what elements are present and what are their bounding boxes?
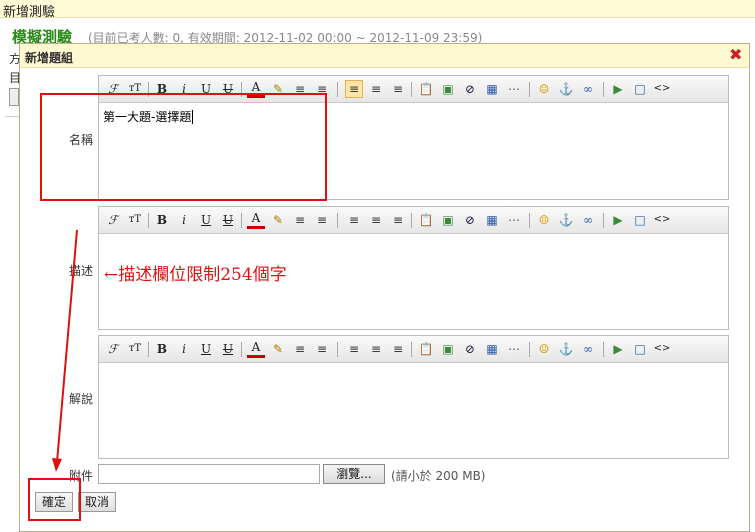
highlight-icon[interactable]: ✎ xyxy=(269,340,287,358)
background-button-fragment xyxy=(9,88,19,106)
table-icon[interactable]: ▦ xyxy=(483,80,501,98)
italic-icon[interactable]: i xyxy=(175,211,193,229)
source-code-icon[interactable]: <> xyxy=(653,340,671,358)
paste-icon[interactable]: 📋 xyxy=(417,80,435,98)
strikethrough-icon[interactable]: U xyxy=(219,211,237,229)
ordered-list-icon[interactable]: ≡ xyxy=(291,211,309,229)
font-size-icon[interactable]: тT xyxy=(126,340,144,358)
source-code-icon[interactable]: <> xyxy=(653,80,671,98)
unordered-list-icon[interactable]: ≡ xyxy=(313,340,331,358)
description-editor-content[interactable] xyxy=(99,234,728,244)
new-document-icon[interactable]: ▶ xyxy=(609,211,627,229)
emoji-icon[interactable]: ☺ xyxy=(535,340,553,358)
anchor-icon[interactable]: ⚓ xyxy=(557,80,575,98)
strikethrough-icon[interactable]: U xyxy=(219,340,237,358)
divider xyxy=(5,116,20,117)
align-left-icon[interactable]: ≡ xyxy=(345,340,363,358)
fullscreen-icon[interactable]: □ xyxy=(631,80,649,98)
underline-icon[interactable]: U xyxy=(197,340,215,358)
annotation-description-note: ←描述欄位限制254個字 xyxy=(104,265,287,285)
file-size-hint: (請小於 200 MB) xyxy=(391,469,486,483)
grid-icon[interactable]: ⋯ xyxy=(505,80,523,98)
text-color-icon[interactable]: A xyxy=(247,211,265,229)
align-right-icon[interactable]: ≡ xyxy=(389,211,407,229)
italic-icon[interactable]: i xyxy=(175,340,193,358)
align-right-icon[interactable]: ≡ xyxy=(389,80,407,98)
align-center-icon[interactable]: ≡ xyxy=(367,340,385,358)
anchor-icon[interactable]: ⚓ xyxy=(557,340,575,358)
bold-icon[interactable]: B xyxy=(153,340,171,358)
editor-toolbar: ℱ тT B i U U A ✎ ≡ ≡ ≡ ≡ ≡ 📋 ▣ ⊘ ▦ ⋯ ☺ ⚓… xyxy=(99,336,728,363)
grid-icon[interactable]: ⋯ xyxy=(505,340,523,358)
paste-icon[interactable]: 📋 xyxy=(417,340,435,358)
text-color-icon[interactable]: A xyxy=(247,340,265,358)
dialog-header: 新增題組 ✖ xyxy=(20,44,749,68)
grid-icon[interactable]: ⋯ xyxy=(505,211,523,229)
fullscreen-icon[interactable]: □ xyxy=(631,211,649,229)
source-code-icon[interactable]: <> xyxy=(653,211,671,229)
highlight-icon[interactable]: ✎ xyxy=(269,211,287,229)
media-icon[interactable]: ⊘ xyxy=(461,211,479,229)
align-right-icon[interactable]: ≡ xyxy=(389,340,407,358)
image-icon[interactable]: ▣ xyxy=(439,211,457,229)
paste-icon[interactable]: 📋 xyxy=(417,211,435,229)
font-family-icon[interactable]: ℱ xyxy=(104,211,122,229)
media-icon[interactable]: ⊘ xyxy=(461,340,479,358)
fullscreen-icon[interactable]: □ xyxy=(631,340,649,358)
close-icon[interactable]: ✖ xyxy=(729,45,742,64)
emoji-icon[interactable]: ☺ xyxy=(535,80,553,98)
font-family-icon[interactable]: ℱ xyxy=(104,340,122,358)
cancel-button[interactable]: 取消 xyxy=(78,492,116,512)
table-icon[interactable]: ▦ xyxy=(483,340,501,358)
explanation-editor[interactable]: ℱ тT B i U U A ✎ ≡ ≡ ≡ ≡ ≡ 📋 ▣ ⊘ ▦ ⋯ ☺ ⚓… xyxy=(98,335,729,459)
table-icon[interactable]: ▦ xyxy=(483,211,501,229)
image-icon[interactable]: ▣ xyxy=(439,340,457,358)
dialog-title: 新增題組 xyxy=(25,51,74,65)
emoji-icon[interactable]: ☺ xyxy=(535,211,553,229)
editor-toolbar: ℱ тT B i U U A ✎ ≡ ≡ ≡ ≡ ≡ 📋 ▣ ⊘ ▦ ⋯ ☺ ⚓… xyxy=(99,207,728,234)
anchor-icon[interactable]: ⚓ xyxy=(557,211,575,229)
link-icon[interactable]: ∞ xyxy=(579,340,597,358)
link-icon[interactable]: ∞ xyxy=(579,211,597,229)
description-label: 描述 xyxy=(68,264,93,278)
annotation-box-confirm xyxy=(28,478,81,521)
font-size-icon[interactable]: тT xyxy=(126,211,144,229)
app-page: 新增測驗 模擬測驗 (目前已考人數: 0, 有效期間: 2012-11-02 0… xyxy=(0,0,755,532)
ordered-list-icon[interactable]: ≡ xyxy=(291,340,309,358)
unordered-list-icon[interactable]: ≡ xyxy=(313,211,331,229)
underline-icon[interactable]: U xyxy=(197,211,215,229)
attachment-file-field[interactable] xyxy=(98,464,320,484)
align-center-icon[interactable]: ≡ xyxy=(367,80,385,98)
header-title: 新增測驗 xyxy=(3,5,56,20)
link-icon[interactable]: ∞ xyxy=(579,80,597,98)
media-icon[interactable]: ⊘ xyxy=(461,80,479,98)
annotation-box-name xyxy=(40,93,327,201)
explanation-label: 解說 xyxy=(68,392,93,406)
new-document-icon[interactable]: ▶ xyxy=(609,340,627,358)
new-document-icon[interactable]: ▶ xyxy=(609,80,627,98)
align-left-icon[interactable]: ≡ xyxy=(345,211,363,229)
bold-icon[interactable]: B xyxy=(153,211,171,229)
browse-button[interactable]: 瀏覽... xyxy=(323,464,385,484)
image-icon[interactable]: ▣ xyxy=(439,80,457,98)
explanation-editor-content[interactable] xyxy=(99,363,728,373)
align-left-icon[interactable]: ≡ xyxy=(345,80,363,98)
align-center-icon[interactable]: ≡ xyxy=(367,211,385,229)
header-bar: 新增測驗 xyxy=(0,0,755,20)
